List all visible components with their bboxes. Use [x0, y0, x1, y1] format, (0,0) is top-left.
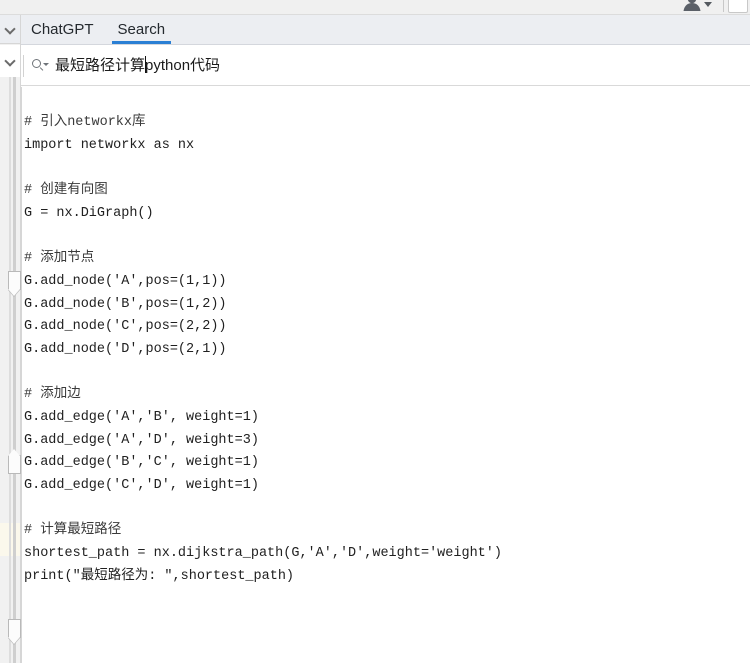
app-window: ChatGPT Search 最短路径计算python代码 # 引入networ… [0, 0, 750, 663]
gutter-rail-secondary [9, 77, 11, 663]
search-input[interactable]: 最短路径计算python代码 [53, 55, 221, 76]
code-line: G.add_node('C',pos=(2,2)) [24, 319, 227, 335]
code-line: import networkx as nx [24, 137, 195, 153]
search-icon [32, 58, 49, 73]
account-menu[interactable] [678, 0, 712, 14]
fold-handle-output[interactable] [8, 619, 21, 638]
code-line: # 引入networkx库 [24, 115, 146, 130]
code-left-border [21, 87, 22, 663]
search-value-before-caret: 最短路径计算 [55, 56, 146, 74]
gutter-rail [13, 77, 16, 663]
tab-bar: ChatGPT Search [21, 15, 750, 45]
gutter-expand-second[interactable] [0, 45, 20, 77]
code-line: # 创建有向图 [24, 183, 108, 199]
code-block[interactable]: # 引入networkx库 import networkx as nx # 创建有… [24, 112, 502, 588]
search-icon-button[interactable] [27, 53, 53, 79]
tab-search[interactable]: Search [106, 15, 178, 44]
code-line: G.add_edge('B','C', weight=1) [24, 455, 259, 471]
code-line: print("最短路径为: ",shortest_path) [24, 568, 295, 584]
code-panel[interactable]: # 引入networkx库 import networkx as nx # 创建有… [21, 87, 750, 663]
caret-down-icon [43, 62, 49, 66]
code-line: # 添加节点 [24, 251, 95, 267]
code-line: G.add_edge('A','D', weight=3) [24, 432, 259, 448]
code-line: # 添加边 [24, 387, 81, 403]
caret-down-icon[interactable] [704, 1, 712, 7]
fold-handle-nodes[interactable] [8, 271, 21, 290]
toolbar-divider [723, 0, 724, 12]
chevron-down-icon [5, 56, 16, 67]
fold-handle-edges[interactable] [8, 449, 21, 474]
tab-underline [111, 41, 172, 44]
code-line: G.add_edge('A','B', weight=1) [24, 409, 259, 425]
toolbar-button[interactable] [728, 0, 748, 13]
chevron-down-icon [5, 24, 16, 35]
code-line: G.add_node('D',pos=(2,1)) [24, 341, 227, 357]
user-avatar-icon [682, 0, 702, 13]
search-value-after-caret: python代码 [145, 56, 221, 74]
code-line: # 计算最短路径 [24, 523, 122, 539]
code-line: G.add_node('A',pos=(1,1)) [24, 273, 227, 289]
tab-chatgpt[interactable]: ChatGPT [21, 15, 106, 44]
code-line: G.add_edge('C','D', weight=1) [24, 478, 259, 493]
code-line: G = nx.DiGraph() [24, 205, 154, 221]
gutter-expand-top[interactable] [0, 15, 20, 44]
code-line: shortest_path = nx.dijkstra_path(G,'A','… [24, 546, 502, 562]
search-bar[interactable]: 最短路径计算python代码 [21, 46, 750, 86]
window-toolbar [0, 0, 750, 15]
code-line: G.add_node('B',pos=(1,2)) [24, 296, 227, 312]
left-gutter [0, 15, 21, 663]
tab-search-label: Search [117, 21, 166, 38]
search-divider [23, 54, 24, 77]
tab-chatgpt-label: ChatGPT [31, 21, 94, 38]
